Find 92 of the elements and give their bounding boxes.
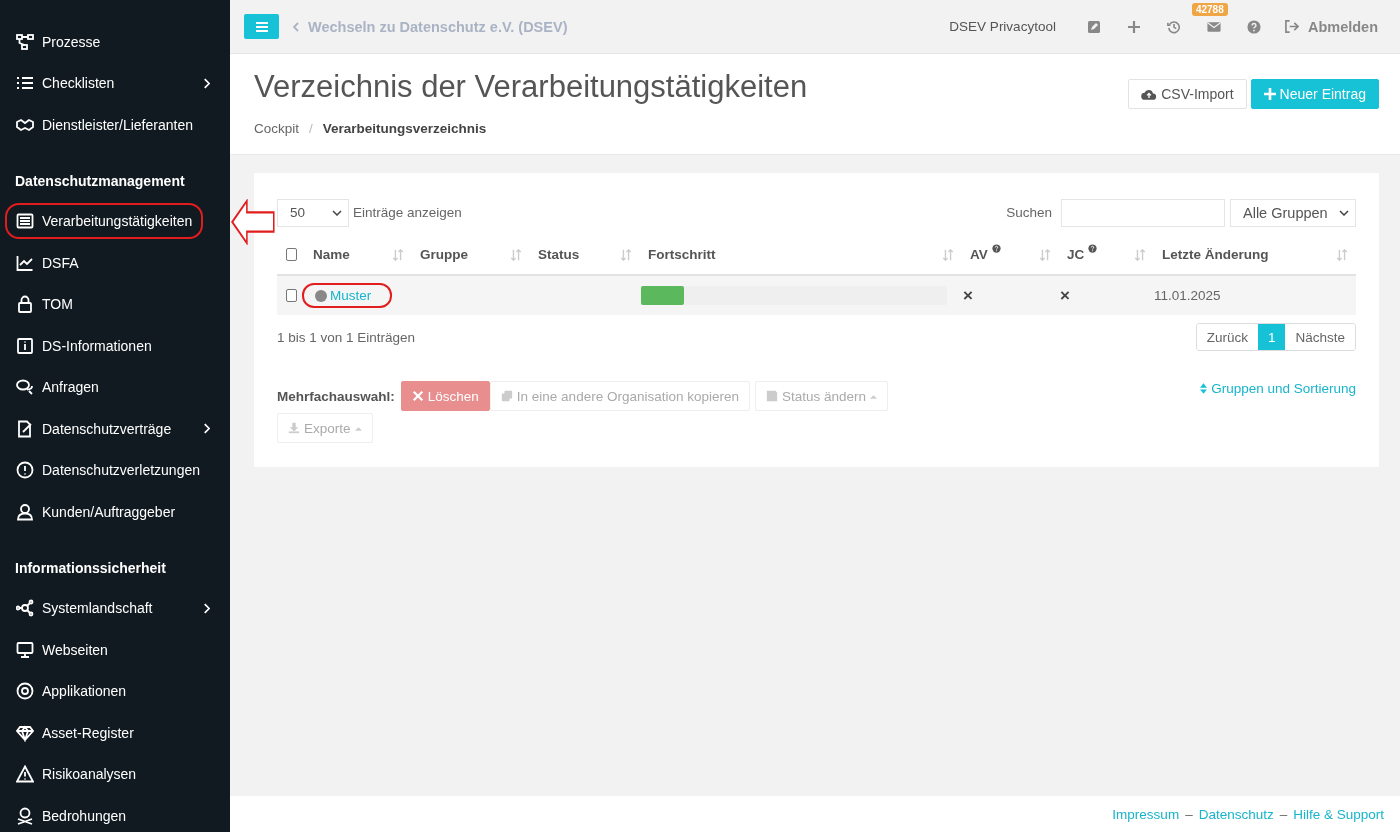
column-header[interactable]: Gruppe [420, 247, 468, 262]
sort-icon[interactable] [1134, 248, 1146, 261]
exclamation-icon [16, 461, 34, 480]
row-checkbox[interactable] [286, 289, 297, 302]
column-header[interactable]: Status [538, 247, 580, 262]
sidebar-item[interactable]: Risikoanalysen [0, 753, 230, 795]
footer-separator: – [1185, 806, 1193, 822]
table-cell: 11.01.2025 [1154, 288, 1221, 303]
lock-icon [16, 295, 34, 314]
sidebar-item[interactable]: DS-Informationen [0, 325, 230, 367]
flowchart-icon [16, 32, 34, 51]
sort-icon[interactable] [510, 248, 522, 261]
menu-icon [255, 21, 268, 32]
breadcrumb-separator: / [309, 121, 313, 136]
app-name: DSEV Privacytool [949, 19, 1056, 34]
cloud-upload-icon [1141, 87, 1158, 101]
warning-icon [16, 765, 34, 784]
group-filter-select[interactable]: Alle Gruppen [1230, 198, 1356, 227]
sidebar-item[interactable]: Applikationen [0, 670, 230, 712]
info-icon [16, 336, 34, 355]
sidebar-item[interactable]: Dienstleister/Lieferanten [0, 104, 230, 146]
sort-icon[interactable] [392, 248, 404, 261]
notification-badge: 42788 [1191, 2, 1228, 16]
monitor-icon [16, 640, 34, 659]
person-icon [16, 502, 34, 521]
sidebar-item[interactable]: Datenschutzverträge [0, 408, 230, 450]
table-cell: × [962, 285, 973, 306]
edit-icon[interactable] [1086, 19, 1101, 34]
chevron-icon [203, 77, 210, 89]
search-label: Suchen [1006, 205, 1052, 220]
plus-icon[interactable] [1126, 19, 1141, 34]
page-size-select[interactable]: 50 [277, 198, 349, 227]
table-icon [16, 212, 34, 231]
chart-icon [16, 253, 34, 272]
caret-icon [1339, 209, 1349, 216]
sidebar-item[interactable]: Webseiten [0, 629, 230, 671]
sidebar-item[interactable]: DSFA [0, 242, 230, 284]
sidebar-item[interactable]: Systemlandschaft [0, 587, 230, 629]
chevron-icon [203, 602, 210, 614]
caret-icon [354, 425, 362, 431]
network-icon [16, 599, 34, 618]
sidebar-item[interactable]: Kunden/Auftraggeber [0, 491, 230, 533]
sort-icon[interactable] [942, 248, 954, 261]
diamond-icon [16, 723, 34, 742]
close-icon [411, 390, 424, 402]
column-header[interactable]: Letzte Änderung [1162, 247, 1269, 262]
chevron-icon [203, 423, 210, 435]
search-field[interactable] [1061, 198, 1225, 227]
save-icon [766, 390, 778, 402]
caret-icon [332, 209, 342, 216]
sidebar-heading: Informationssicherheit [14, 558, 167, 577]
chevron-icon [293, 21, 299, 32]
entries-info: 1 bis 1 von 1 Einträgen [277, 329, 416, 345]
footer-separator: – [1279, 806, 1288, 822]
help-icon[interactable] [1246, 19, 1261, 34]
mail-icon[interactable] [1206, 19, 1221, 34]
sidebar-heading: Datenschutzmanagement [14, 171, 186, 190]
sort-icon[interactable] [1039, 248, 1051, 261]
column-header[interactable]: Fortschritt [648, 247, 716, 262]
sidebar-item[interactable]: TOM [0, 283, 230, 325]
caret-icon [870, 393, 878, 399]
copy-icon [500, 390, 513, 402]
sidebar-item[interactable]: Asset-Register [0, 712, 230, 754]
sort-icon [1200, 383, 1208, 394]
page-size-label: Einträge anzeigen [353, 205, 462, 220]
menu-button[interactable] [244, 14, 279, 39]
import-button[interactable]: CSV-Import [1128, 79, 1247, 109]
sidebar-item[interactable]: Datenschutzverletzungen [0, 449, 230, 491]
column-header[interactable]: Name [313, 247, 350, 262]
disc-icon [16, 682, 34, 701]
sidebar-item[interactable]: Checklisten [0, 62, 230, 104]
sidebar-item[interactable]: Verarbeitungstätigkeiten [0, 200, 230, 242]
document-pen-icon [16, 419, 34, 438]
bulk-label: Mehrfachauswahl: [277, 388, 395, 404]
breadcrumb-link[interactable]: Verarbeitungsverzeichnis [322, 121, 487, 136]
sidebar-item[interactable]: Bedrohungen [0, 795, 230, 832]
download-icon [288, 422, 300, 434]
plus-icon [1263, 88, 1276, 100]
column-header[interactable]: AV [970, 247, 1001, 262]
help-icon [1088, 244, 1098, 253]
sidebar-item[interactable]: Anfragen [0, 366, 230, 408]
column-header[interactable]: JC [1067, 247, 1098, 262]
sidebar-item[interactable]: Prozesse [0, 21, 230, 63]
page-title: Verzeichnis der Verarbeitungstätigkeiten [254, 68, 808, 106]
sort-icon[interactable] [620, 248, 632, 261]
table-cell: × [1059, 285, 1070, 306]
logout-icon [1283, 20, 1299, 33]
breadcrumb-link[interactable]: Cockpit [254, 121, 299, 136]
help-icon [991, 244, 1001, 253]
history-icon[interactable] [1166, 19, 1181, 34]
sort-icon[interactable] [1336, 248, 1348, 261]
select-all-checkbox[interactable] [286, 248, 297, 261]
